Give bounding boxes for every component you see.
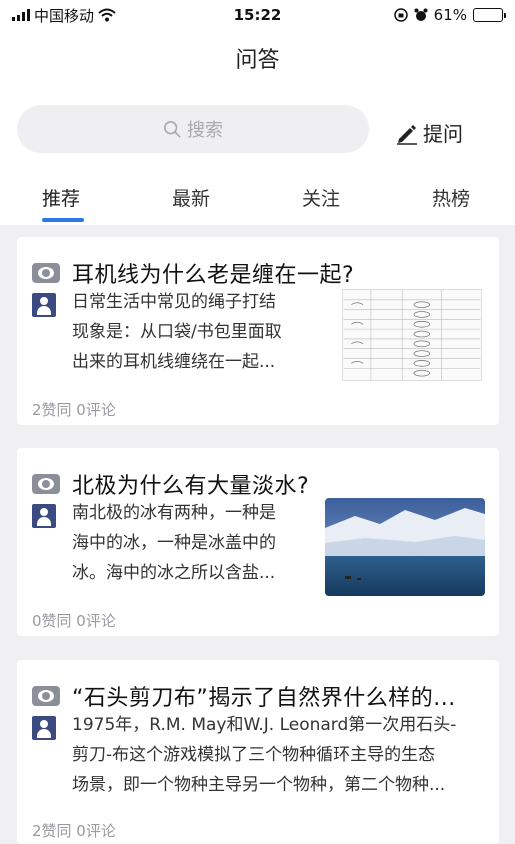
question-title-row: 耳机线为什么老是缠在一起?: [32, 257, 484, 289]
question-card[interactable]: 耳机线为什么老是缠在一起? 日常生活中常见的绳子打结 现象是：从口袋/书包里面取…: [17, 237, 499, 425]
status-right: 61%: [393, 6, 506, 24]
search-placeholder: 搜索: [187, 120, 223, 141]
eye-icon: [32, 474, 60, 494]
excerpt-line: 现象是：从口袋/书包里面取: [72, 322, 282, 342]
question-title-row: “石头剪刀布”揭示了自然界什么样的...: [32, 680, 484, 712]
active-tab-indicator: [42, 218, 84, 222]
search-icon: [163, 120, 181, 138]
excerpt-line: 剪刀-布这个游戏模拟了三个物种循环主导的生态: [72, 745, 436, 765]
eye-icon: [32, 263, 60, 283]
signal-icon: [12, 9, 30, 21]
ask-question-button[interactable]: 提问: [395, 118, 463, 147]
pencil-icon: [397, 124, 417, 145]
avatar: [32, 504, 56, 528]
question-stats: 2赞同 0评论: [32, 822, 116, 840]
tab-hot[interactable]: 热榜: [432, 184, 470, 211]
eye-icon: [32, 686, 60, 706]
glacier-thumbnail[interactable]: [325, 498, 485, 596]
question-excerpt: 1975年，R.M. May和W.J. Leonard第一次用石头- 剪刀-布这…: [72, 710, 487, 800]
table-thumbnail[interactable]: [342, 289, 482, 381]
tab-latest[interactable]: 最新: [172, 184, 210, 211]
question-excerpt: 日常生活中常见的绳子打结 现象是：从口袋/书包里面取 出来的耳机线缠绕在一起..…: [72, 287, 332, 377]
header: 问答 搜索 提问 推荐 最新 关注 热榜: [0, 30, 515, 225]
question-stats: 0赞同 0评论: [32, 612, 116, 630]
tab-following[interactable]: 关注: [302, 184, 340, 211]
wifi-icon: [98, 8, 116, 22]
question-title[interactable]: 耳机线为什么老是缠在一起?: [72, 257, 354, 289]
excerpt-line: 海中的冰，一种是冰盖中的: [72, 533, 276, 553]
excerpt-line: 日常生活中常见的绳子打结: [72, 292, 276, 312]
status-bar: 中国移动 15:22 61%: [0, 0, 515, 30]
page-title: 问答: [235, 48, 280, 73]
excerpt-line: 南北极的冰有两种，一种是: [72, 503, 276, 523]
question-card[interactable]: 北极为什么有大量淡水? 南北极的冰有两种，一种是 海中的冰，一种是冰盖中的 冰。…: [17, 448, 499, 636]
avatar: [32, 716, 56, 740]
tab-recommended[interactable]: 推荐: [42, 184, 80, 211]
question-title-row: 北极为什么有大量淡水?: [32, 468, 484, 500]
lock-rotation-icon: [393, 8, 408, 22]
excerpt-line: 出来的耳机线缠绕在一起...: [72, 352, 276, 372]
ask-question-label: 提问: [423, 122, 463, 146]
alarm-icon: [414, 8, 428, 21]
excerpt-line: 场景，即一个物种主导另一个物种，第二个物种...: [72, 775, 446, 795]
question-card[interactable]: “石头剪刀布”揭示了自然界什么样的... 1975年，R.M. May和W.J.…: [17, 660, 499, 844]
battery-percent: 61%: [433, 6, 467, 24]
search-input[interactable]: 搜索: [17, 105, 369, 153]
question-stats: 2赞同 0评论: [32, 401, 116, 419]
question-title[interactable]: 北极为什么有大量淡水?: [72, 468, 309, 500]
status-left: 中国移动: [12, 5, 116, 26]
question-excerpt: 南北极的冰有两种，一种是 海中的冰，一种是冰盖中的 冰。海中的冰之所以含盐...: [72, 498, 317, 588]
battery-icon: [473, 8, 506, 22]
carrier-label: 中国移动: [34, 6, 95, 25]
avatar: [32, 293, 56, 317]
excerpt-line: 1975年，R.M. May和W.J. Leonard第一次用石头-: [72, 715, 457, 735]
question-title[interactable]: “石头剪刀布”揭示了自然界什么样的...: [72, 680, 456, 712]
excerpt-line: 冰。海中的冰之所以含盐...: [72, 563, 276, 583]
